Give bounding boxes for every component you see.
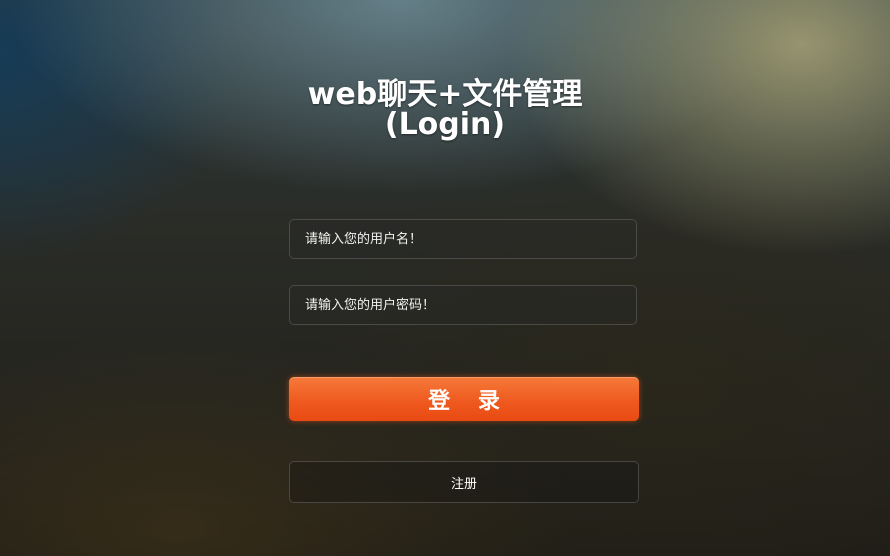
page-title-sub: (Login)	[384, 107, 506, 142]
page-title-main: web聊天+文件管理	[307, 77, 583, 112]
page-title: web聊天+文件管理 (Login)	[0, 80, 890, 140]
username-input[interactable]	[289, 219, 637, 259]
login-button[interactable]: 登 录	[289, 377, 639, 421]
password-input[interactable]	[289, 285, 637, 325]
register-button[interactable]: 注册	[289, 461, 639, 503]
